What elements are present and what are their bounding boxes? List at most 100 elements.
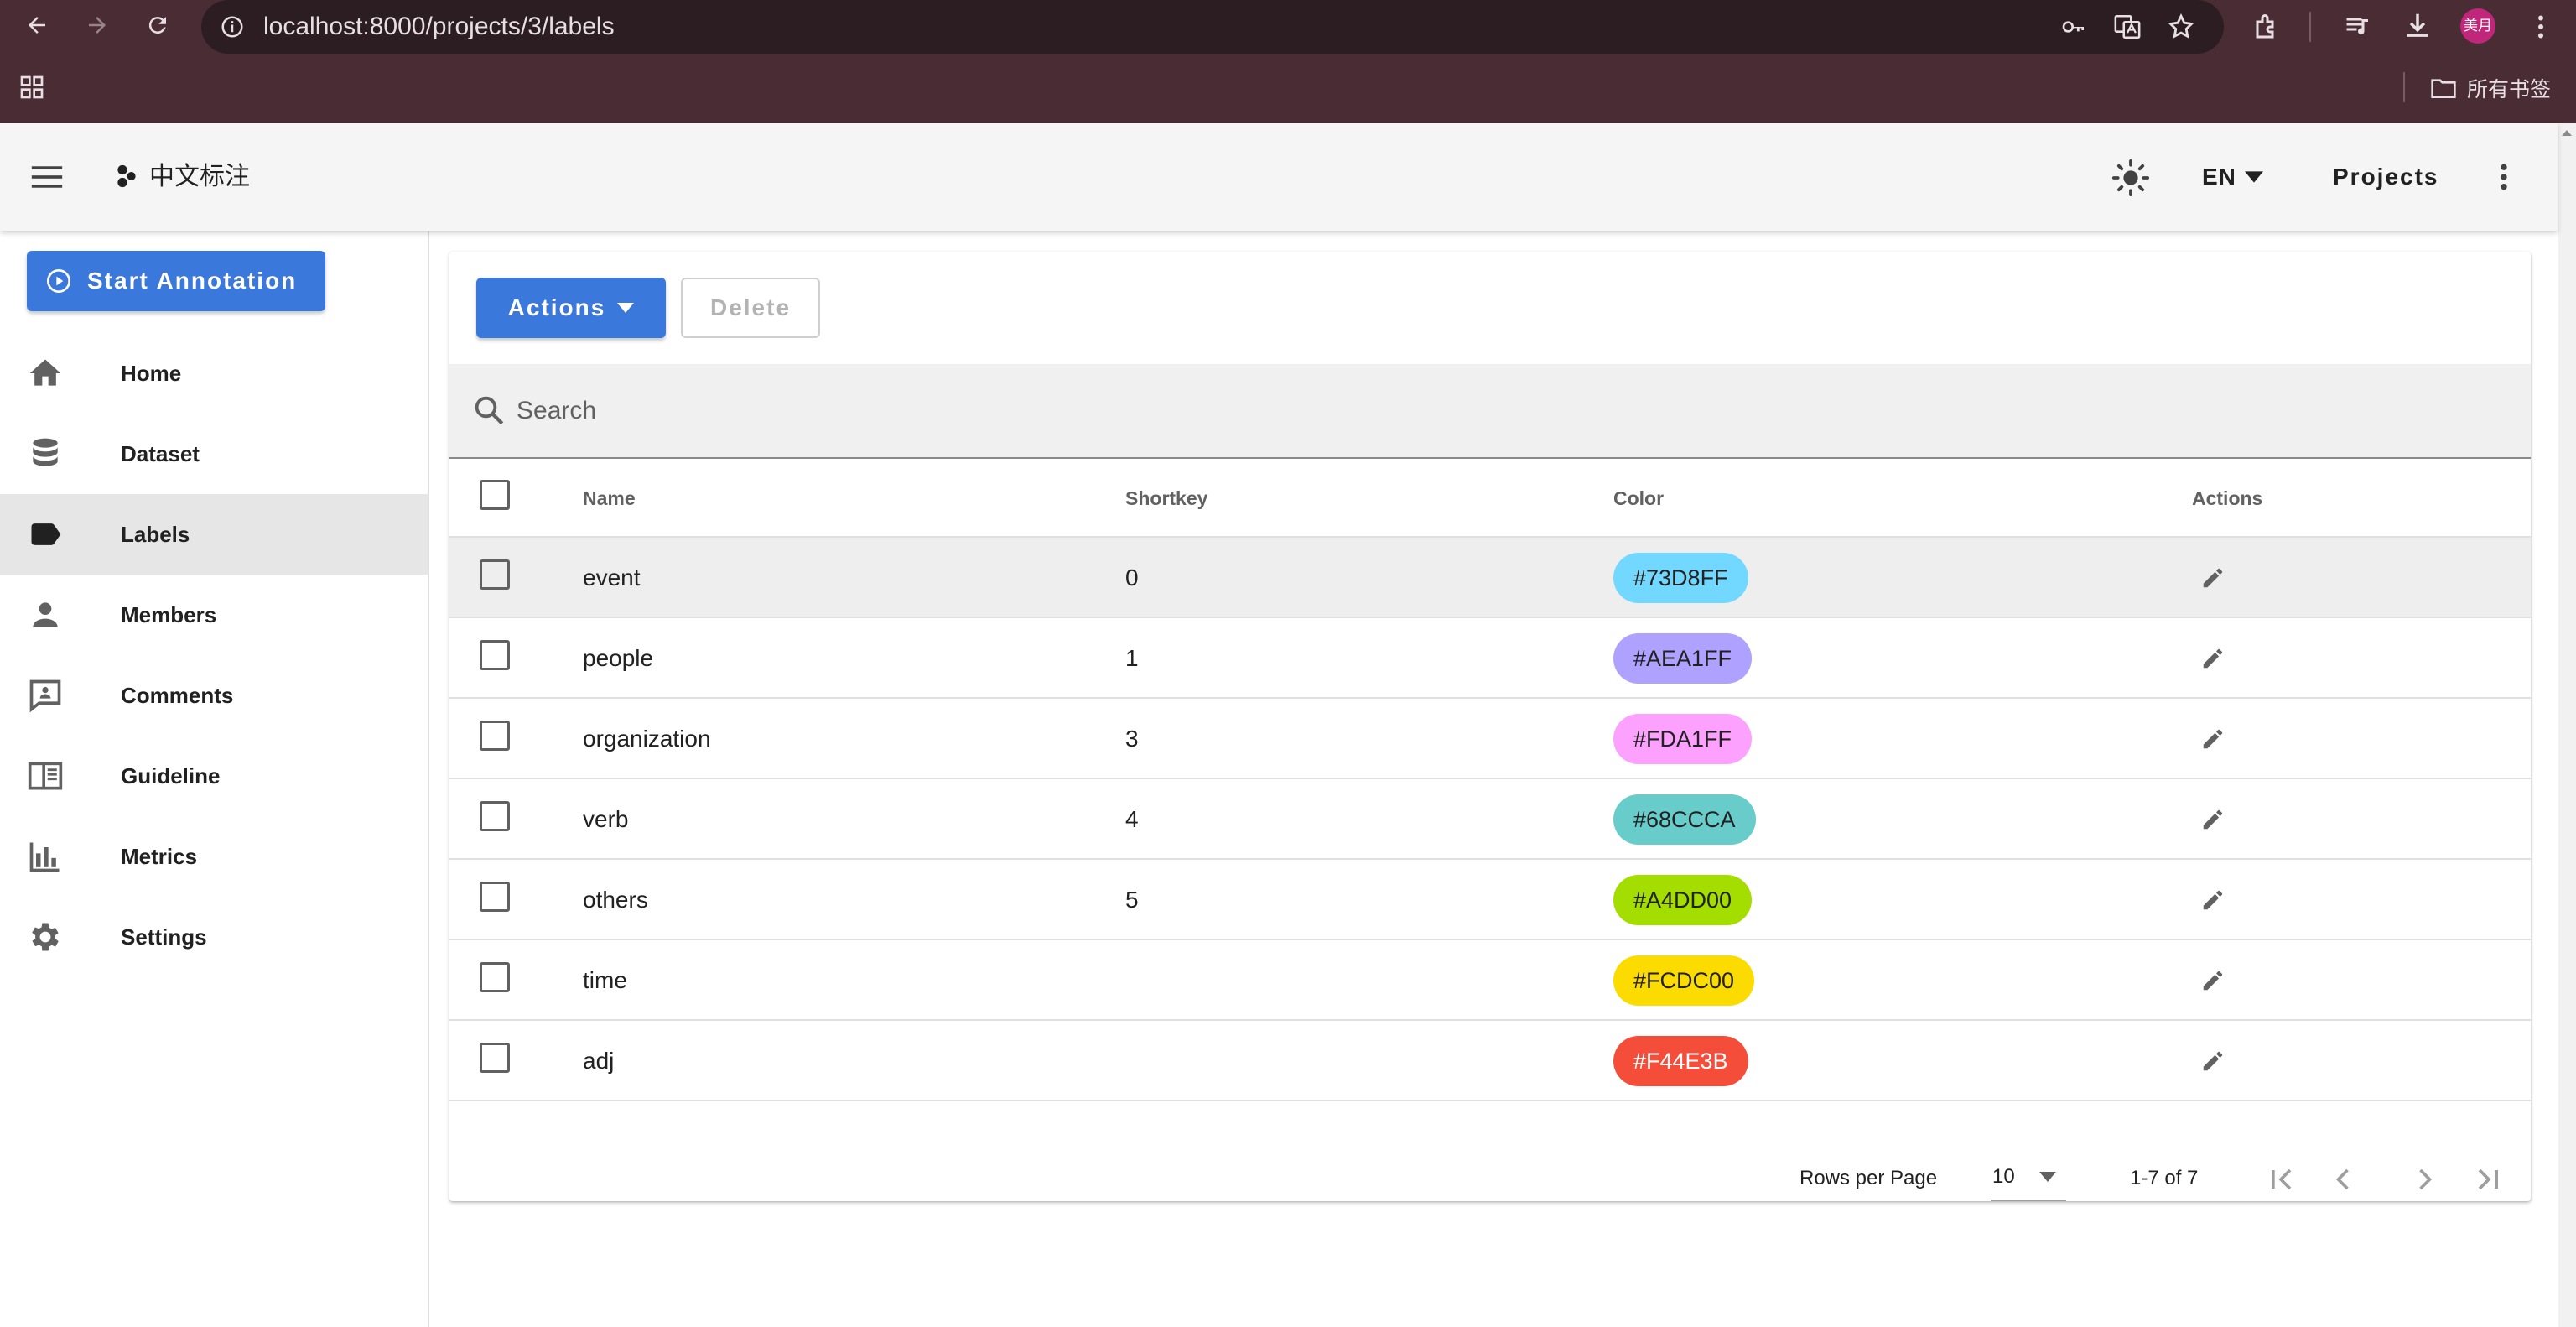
delete-button[interactable]: Delete [681,278,820,338]
select-all-checkbox[interactable] [480,480,510,510]
star-icon[interactable] [2167,13,2195,41]
back-icon[interactable] [12,0,62,50]
more-options-icon[interactable] [2487,160,2521,194]
all-bookmarks[interactable]: 所有书签 [2430,69,2551,107]
table-row[interactable]: organization 3 #FDA1FF [449,699,2531,779]
rows-per-page-select[interactable]: 10 [1991,1158,2066,1201]
sidebar-item-settings[interactable]: Settings [0,897,428,977]
page-scrollbar[interactable] [2558,123,2576,1327]
edit-pencil-icon[interactable] [2200,807,2225,832]
edit-pencil-icon[interactable] [2200,968,2225,993]
pagination-range: 1-7 of 7 [2130,1167,2199,1189]
column-header-shortkey[interactable]: Shortkey [1125,459,1208,538]
table-row[interactable]: adj #F44E3B [449,1021,2531,1101]
folder-icon [2431,79,2456,98]
home-icon [27,355,64,392]
rows-per-page-value: 10 [1992,1165,2015,1188]
first-page-icon[interactable] [2262,1161,2299,1198]
table-row[interactable]: people 1 #AEA1FF [449,618,2531,699]
key-icon[interactable] [2059,13,2088,40]
table-row[interactable]: others 5 #A4DD00 [449,860,2531,940]
label-shortkey: 0 [1125,565,1139,591]
row-checkbox[interactable] [480,1043,510,1073]
table-row[interactable]: verb 4 #68CCCA [449,779,2531,860]
search-input[interactable] [517,364,2445,457]
last-page-icon[interactable] [2470,1161,2507,1198]
edit-pencil-icon[interactable] [2200,726,2225,752]
row-checkbox[interactable] [480,962,510,992]
sidebar-item-label: Home [121,360,182,386]
sidebar-item-label: Metrics [121,843,198,869]
sidebar-item-home[interactable]: Home [0,333,428,414]
actions-button[interactable]: Actions [476,278,666,338]
address-bar[interactable]: localhost:8000/projects/3/labels [201,0,2224,54]
apps-grid-icon[interactable] [18,74,45,101]
forward-icon[interactable] [72,0,122,50]
edit-pencil-icon[interactable] [2200,646,2225,671]
sidebar-item-label: Members [121,601,217,627]
caret-down-icon [2039,1172,2056,1182]
color-chip: #A4DD00 [1613,875,1753,925]
sidebar-item-label: Dataset [121,440,200,466]
column-header-actions: Actions [2192,487,2263,509]
column-header-color[interactable]: Color [1613,459,1664,538]
row-checkbox[interactable] [480,721,510,751]
start-annotation-label: Start Annotation [87,268,298,294]
url-text[interactable]: localhost:8000/projects/3/labels [263,0,615,54]
sidebar-item-metrics[interactable]: Metrics [0,816,428,897]
media-icon[interactable] [2343,12,2373,42]
label-name: time [583,967,627,993]
download-icon[interactable] [2402,10,2433,42]
reload-icon[interactable] [132,0,183,50]
color-chip: #FCDC00 [1613,955,1755,1006]
projects-button[interactable]: Projects [2333,123,2439,231]
color-chip: #FDA1FF [1613,714,1753,764]
row-checkbox[interactable] [480,559,510,590]
row-checkbox[interactable] [480,640,510,670]
menu-icon[interactable] [29,160,65,194]
book-icon [27,757,64,794]
labels-table: Name Shortkey Color Actions event 0 #73D… [449,459,2531,1101]
row-checkbox[interactable] [480,801,510,831]
column-header-name[interactable]: Name [583,459,636,538]
search-bar[interactable] [449,364,2531,459]
gear-icon [27,918,64,955]
person-icon [27,596,64,633]
sidebar-item-label: Settings [121,924,207,950]
edit-pencil-icon[interactable] [2200,565,2225,591]
table-footer: Rows per Page 10 1-7 of 7 [449,1141,2531,1216]
table-row[interactable]: time #FCDC00 [449,940,2531,1021]
sidebar-item-labels[interactable]: Labels [0,494,428,575]
project-title[interactable]: 中文标注 [149,123,250,231]
edit-pencil-icon[interactable] [2200,887,2225,913]
edit-pencil-icon[interactable] [2200,1049,2225,1074]
sidebar: Start Annotation Home Dataset Labels Mem… [0,231,429,1327]
extensions-icon[interactable] [2252,12,2283,42]
label-shortkey: 5 [1125,887,1139,913]
row-checkbox[interactable] [480,882,510,912]
scroll-up-icon[interactable] [2558,125,2576,142]
previous-page-icon[interactable] [2324,1161,2361,1198]
sidebar-item-label: Labels [121,521,190,547]
next-page-icon[interactable] [2407,1161,2444,1198]
label-name: organization [583,726,711,752]
label-name: adj [583,1048,615,1074]
label-name: verb [583,806,629,832]
sidebar-item-guideline[interactable]: Guideline [0,736,428,816]
color-chip: #F44E3B [1613,1036,1748,1086]
table-header-row: Name Shortkey Color Actions [449,459,2531,538]
labels-card: Actions Delete Name Shortkey Color Actio… [449,252,2531,1201]
language-selector[interactable]: EN [2202,123,2263,231]
sidebar-item-label: Comments [121,682,234,708]
browser-menu-icon[interactable] [2526,12,2556,42]
theme-toggle-icon[interactable] [2111,159,2150,197]
sidebar-item-comments[interactable]: Comments [0,655,428,736]
all-bookmarks-label: 所有书签 [2467,78,2552,101]
start-annotation-button[interactable]: Start Annotation [27,251,325,311]
site-info-icon[interactable] [220,14,245,39]
profile-avatar[interactable]: 美月 [2460,8,2496,44]
sidebar-item-dataset[interactable]: Dataset [0,414,428,494]
sidebar-item-members[interactable]: Members [0,575,428,655]
table-row[interactable]: event 0 #73D8FF [449,538,2531,618]
translate-icon[interactable] [2113,13,2142,41]
